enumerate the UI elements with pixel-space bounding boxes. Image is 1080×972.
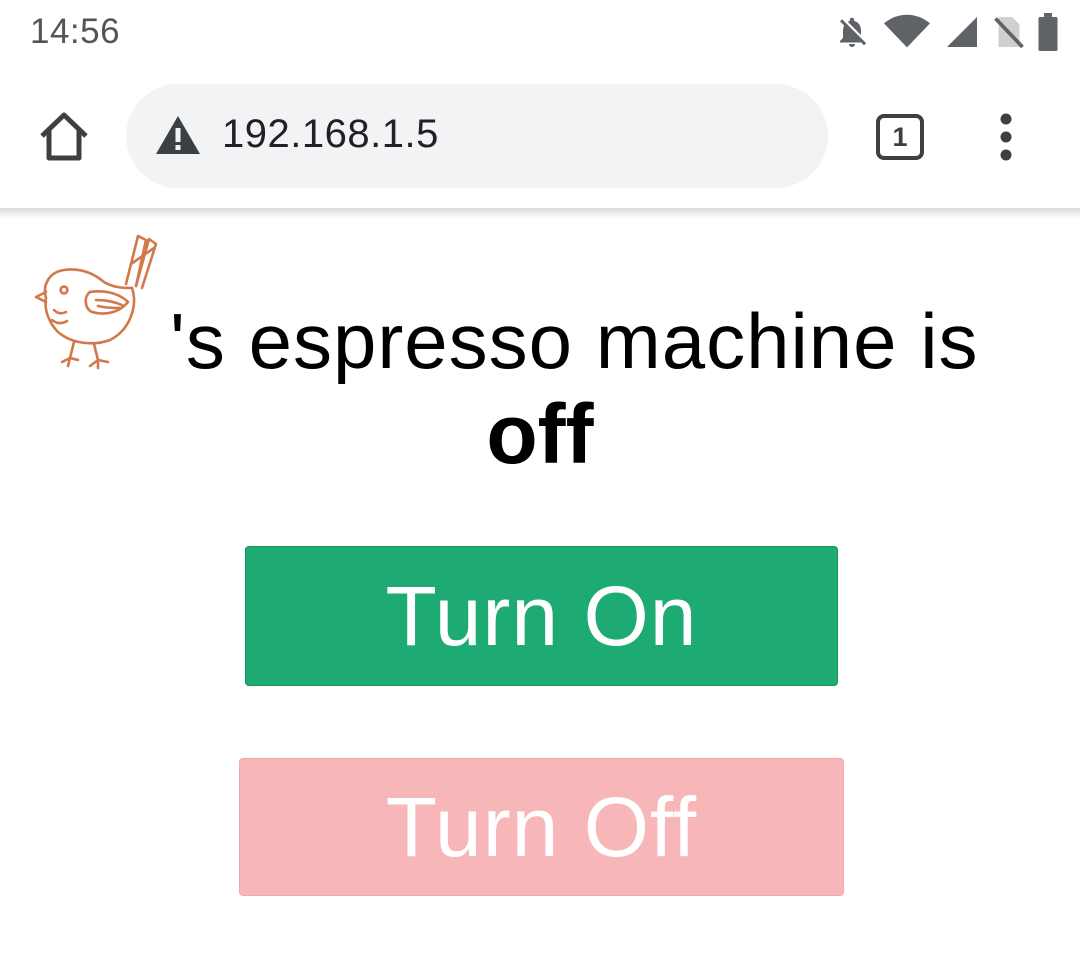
home-icon xyxy=(40,112,88,161)
wifi-icon xyxy=(884,14,930,48)
tab-switcher-button[interactable]: 1 xyxy=(876,114,924,160)
more-menu-button[interactable] xyxy=(990,112,1022,162)
status-icons xyxy=(834,12,1058,52)
bird-logo xyxy=(34,234,158,370)
status-bar: 14:56 xyxy=(0,0,1080,64)
notifications-off-icon xyxy=(840,17,867,47)
no-sim-icon xyxy=(994,17,1024,49)
url-text[interactable]: 192.168.1.5 xyxy=(222,112,439,157)
status-time: 14:56 xyxy=(30,12,121,51)
warning-icon[interactable] xyxy=(154,114,202,156)
battery-icon xyxy=(1038,13,1058,51)
machine-state: off xyxy=(486,387,594,481)
toolbar-shadow xyxy=(0,208,1080,218)
cell-signal-icon xyxy=(947,17,977,47)
page-content: 's espresso machine is off Turn On Turn … xyxy=(0,218,1080,972)
more-vert-icon xyxy=(1000,113,1012,161)
turn-on-button[interactable]: Turn On xyxy=(245,546,838,686)
address-bar[interactable]: 192.168.1.5 xyxy=(126,84,828,188)
turn-off-button[interactable]: Turn Off xyxy=(239,758,844,896)
page-headline: 's espresso machine is xyxy=(170,297,979,385)
home-button[interactable] xyxy=(36,108,92,164)
browser-toolbar: 192.168.1.5 1 xyxy=(0,64,1080,210)
tab-count: 1 xyxy=(892,121,908,152)
